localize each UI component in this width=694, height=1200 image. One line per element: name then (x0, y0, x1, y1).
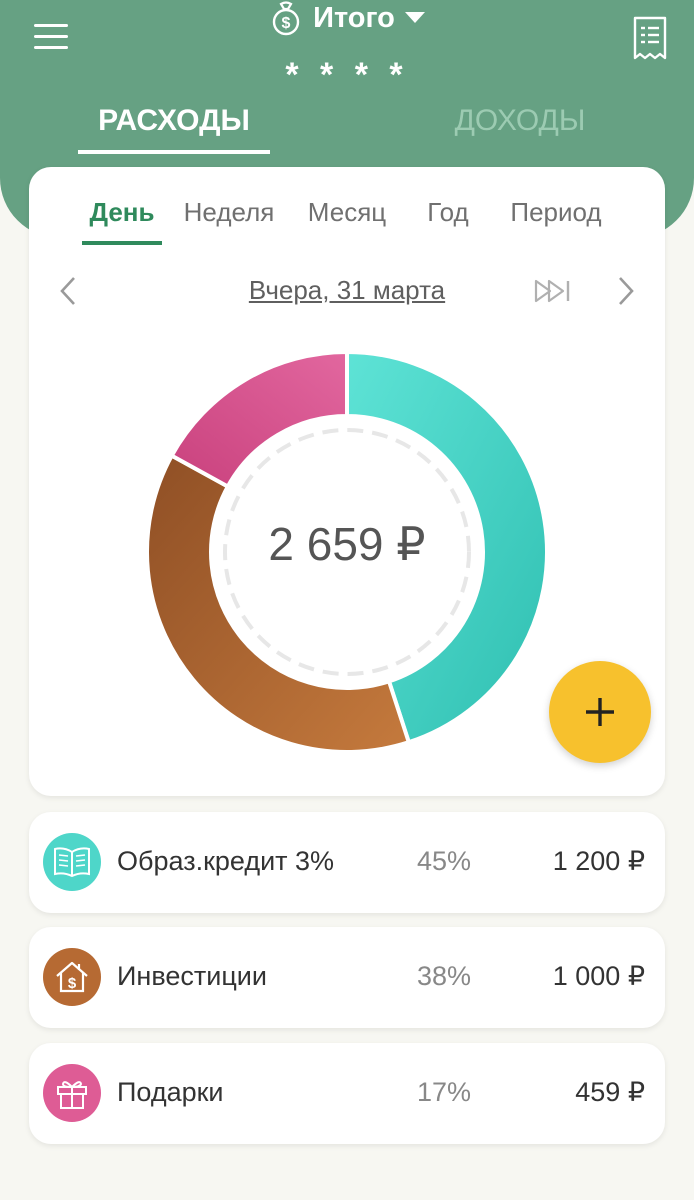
receipt-icon[interactable] (632, 16, 668, 60)
tab-income[interactable]: ДОХОДЫ (424, 104, 616, 154)
category-amount: 1 000 ₽ (552, 961, 645, 991)
period-tab-month[interactable]: Месяц (301, 197, 393, 245)
masked-balance: * * * * (285, 56, 409, 94)
category-amount: 459 ₽ (575, 1077, 645, 1107)
skip-to-today-icon[interactable] (533, 275, 573, 307)
plus-icon (586, 698, 614, 726)
chevron-right-icon[interactable] (615, 275, 637, 307)
category-percent: 17% (416, 1077, 471, 1107)
house-dollar-icon: $ (43, 948, 101, 1006)
gift-icon (43, 1064, 101, 1122)
category-percent: 38% (416, 961, 471, 991)
period-tab-custom[interactable]: Период (505, 197, 607, 245)
book-icon (43, 833, 101, 891)
svg-text:$: $ (68, 975, 77, 992)
category-row-education-loan[interactable]: Образ.кредит 3% 45% 1 200 ₽ (29, 812, 665, 913)
svg-text:$: $ (282, 15, 291, 32)
account-title: Итого (313, 1, 395, 34)
category-percent: 45% (416, 846, 471, 876)
category-name: Образ.кредит 3% (117, 846, 335, 876)
period-tab-day[interactable]: День (82, 197, 162, 245)
category-row-gifts[interactable]: Подарки 17% 459 ₽ (29, 1043, 665, 1144)
donut-slice-1[interactable] (145, 452, 412, 754)
total-amount: 2 659 ₽ (268, 518, 426, 570)
period-tab-week[interactable]: Неделя (178, 197, 280, 245)
category-row-investments[interactable]: $ Инвестиции 38% 1 000 ₽ (29, 927, 665, 1028)
period-tab-year[interactable]: Год (423, 197, 473, 245)
caret-down-icon (404, 12, 425, 23)
add-transaction-button[interactable] (549, 661, 651, 763)
account-selector[interactable]: $ Итого (0, 0, 694, 36)
date-navigator: Вчера, 31 марта (29, 267, 665, 317)
category-amount: 1 200 ₽ (552, 846, 645, 876)
category-name: Инвестиции (117, 961, 267, 991)
category-name: Подарки (117, 1077, 224, 1107)
money-bag-icon: $ (272, 1, 300, 36)
tab-expenses[interactable]: РАСХОДЫ (78, 104, 270, 154)
